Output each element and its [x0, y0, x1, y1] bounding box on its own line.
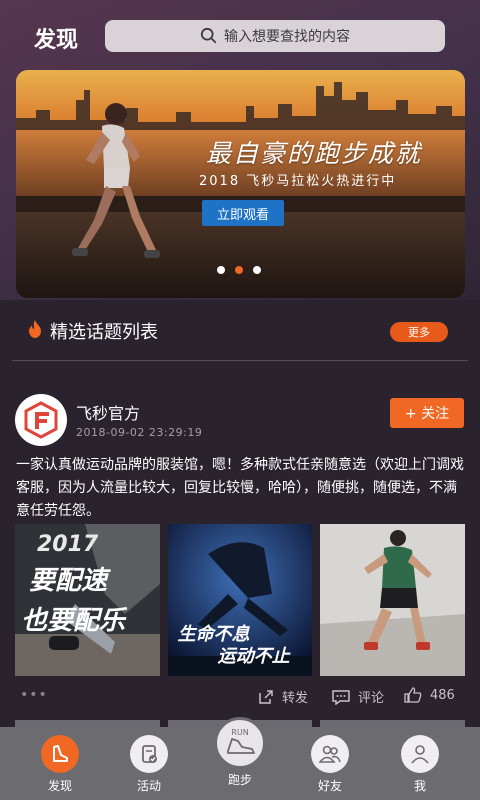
banner-subtitle: 2018 飞秒马拉松火热进行中	[199, 174, 397, 189]
friends-icon	[311, 735, 349, 773]
post-actions: ••• 转发 评论 486	[0, 683, 480, 711]
fire-icon	[29, 320, 41, 338]
post-text: 一家认真做运动品牌的服装馆，嗯！多种款式任亲随意选（欢迎上门调戏客服，因为人流量…	[16, 457, 464, 519]
comment-label: 评论	[358, 691, 385, 706]
search-input[interactable]: 输入想要查找的内容	[105, 20, 445, 52]
page-title: 发现	[34, 28, 79, 53]
post-image-3-art	[320, 524, 466, 676]
tab-activity[interactable]: 活动	[119, 735, 179, 794]
more-button[interactable]: 更多	[390, 322, 448, 342]
brand-logo-icon	[24, 401, 58, 439]
tab-run[interactable]: RUN 跑步	[214, 717, 266, 788]
post-image-1-year: 2017	[37, 532, 99, 557]
share-label: 转发	[282, 691, 309, 706]
tab-label: 跑步	[227, 773, 252, 787]
bottom-tab-bar: 发现 活动 RUN 跑步 好友 我	[0, 717, 480, 800]
search-placeholder: 输入想要查找的内容	[224, 29, 350, 45]
tab-label: 好友	[317, 779, 342, 793]
banner-headline: 最自豪的跑步成就	[206, 139, 423, 168]
post-image-1-line2: 也要配乐	[21, 606, 126, 636]
header: 发现 输入想要查找的内容	[0, 14, 480, 58]
post-image-1[interactable]: 2017 要配速 也要配乐	[15, 524, 160, 676]
post-image-2-line2: 运动不止	[217, 646, 290, 667]
banner-pagination	[217, 266, 261, 274]
pagination-dot[interactable]	[253, 266, 261, 274]
search-icon	[200, 27, 217, 44]
post-image-1-line1: 要配速	[29, 566, 108, 596]
comment-button[interactable]: 评论	[332, 687, 384, 706]
thumbs-up-icon	[404, 687, 422, 703]
avatar[interactable]	[15, 394, 67, 446]
tab-friends[interactable]: 好友	[300, 735, 360, 794]
share-icon	[259, 689, 273, 704]
topics-header: 精选话题列表 更多	[26, 314, 466, 348]
pagination-dot-active[interactable]	[235, 266, 243, 274]
tab-label: 活动	[136, 779, 161, 793]
post-timestamp: 2018-09-02 23:29:19	[76, 426, 203, 439]
post-image-3[interactable]	[320, 524, 466, 676]
follow-button[interactable]: + 关注	[390, 398, 464, 428]
more-options-icon[interactable]: •••	[20, 687, 48, 703]
post-images: 2017 要配速 也要配乐 生命不息 运动不止	[15, 524, 466, 676]
run-shoe-icon: RUN	[214, 717, 266, 769]
share-button[interactable]: 转发	[258, 687, 308, 706]
watch-now-button[interactable]: 立即观看	[202, 200, 284, 226]
divider	[12, 360, 468, 361]
post-image-2[interactable]: 生命不息 运动不止	[167, 524, 313, 676]
like-button[interactable]: 486	[404, 687, 455, 703]
tab-label: 发现	[47, 779, 72, 793]
topics-title: 精选话题列表	[50, 322, 158, 343]
pagination-dot[interactable]	[217, 266, 225, 274]
like-count: 486	[430, 687, 455, 703]
tab-label: 我	[413, 779, 426, 793]
comment-icon	[332, 689, 350, 705]
promo-banner[interactable]: 最自豪的跑步成就 2018 飞秒马拉松火热进行中 立即观看	[16, 70, 465, 298]
tab-me[interactable]: 我	[390, 735, 450, 794]
tab-discover[interactable]: 发现	[30, 735, 90, 794]
run-badge: RUN	[231, 728, 248, 737]
user-icon	[401, 735, 439, 773]
activity-icon	[130, 735, 168, 773]
post-author[interactable]: 飞秒官方	[76, 400, 140, 424]
discover-icon	[41, 735, 79, 773]
